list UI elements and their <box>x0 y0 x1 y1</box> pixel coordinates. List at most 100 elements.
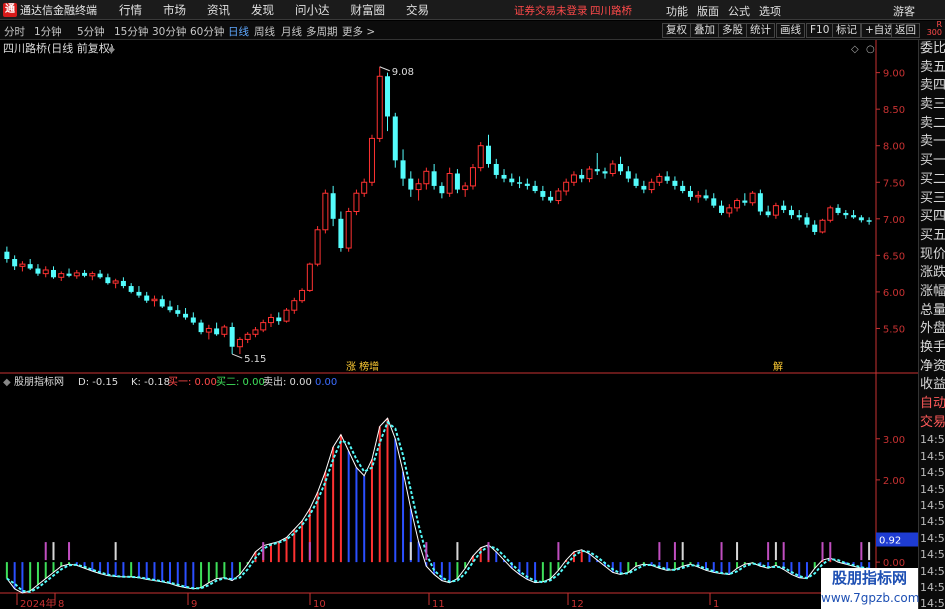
candle-body-down <box>625 171 631 179</box>
time-label: 10 <box>313 599 326 609</box>
candle-body-up <box>361 181 368 194</box>
side-time: 14:56 <box>920 580 945 594</box>
candle-body-down <box>540 191 546 197</box>
high-marker-line <box>379 66 390 72</box>
back-button[interactable]: 返回 <box>891 23 920 38</box>
signal-text-2: 解 <box>773 360 783 373</box>
candle-body-down <box>524 183 530 186</box>
indicator-buy2: 买二: 0.00 <box>216 376 265 388</box>
buy-mark <box>821 542 824 561</box>
candle-body-down <box>548 196 554 201</box>
menu-jiaoyi[interactable]: 交易 <box>406 2 429 18</box>
circle-icon: ○ <box>866 44 875 55</box>
candle-body-up <box>819 219 826 233</box>
period-5min[interactable]: 5分钟 <box>77 24 105 39</box>
period-fenshi[interactable]: 分时 <box>4 24 25 39</box>
grid-layer: 9.00 8.50 8.00 7.50 7.00 6.50 6.00 5.50 3.00 2.00… <box>0 40 918 609</box>
side-label: 买一 <box>920 153 945 169</box>
time-label: 1 <box>713 599 719 609</box>
candle-body-down <box>190 317 196 323</box>
candle-body-up <box>236 338 243 348</box>
side-label: 卖二 <box>920 115 945 131</box>
period-15min[interactable]: 15分钟 <box>114 24 148 39</box>
diamond-icon: ◇ <box>851 44 859 55</box>
buy-mark <box>68 542 71 561</box>
menu-gongneng[interactable]: 功能 <box>666 3 688 19</box>
side-label: 涨跌 <box>920 265 945 281</box>
candle-body-up <box>89 273 96 277</box>
candle-body-up <box>283 309 290 322</box>
menu-gongshi[interactable]: 公式 <box>728 3 750 19</box>
huaxian-button[interactable]: 画线 <box>776 23 805 38</box>
side-label: 总量 <box>920 302 945 318</box>
candle-body-down <box>167 306 173 311</box>
indicator-tick-label: 3.00 <box>883 435 905 446</box>
time-label: 9 <box>191 599 197 609</box>
menu-xuanxiang[interactable]: 选项 <box>759 3 781 19</box>
side-label: 卖一 <box>920 134 945 150</box>
period-daily[interactable]: 日线 <box>228 24 249 39</box>
candle-body-down <box>35 268 41 274</box>
quote-side-panel: 委比 卖五 卖四 卖三 卖二 卖一 买一 买二 买三 买四 买五 现价 涨跌 涨幅 总量 外盘 换手 净资 收益 自动… <box>918 40 945 609</box>
menu-shichang[interactable]: 市场 <box>163 2 186 18</box>
period-1min[interactable]: 1分钟 <box>34 24 62 39</box>
buy-mark <box>767 542 770 561</box>
menu-wenxiaoda[interactable]: 问小达 <box>295 2 330 18</box>
candle-body-down <box>276 317 282 322</box>
period-monthly[interactable]: 月线 <box>281 24 302 39</box>
diejia-button[interactable]: 叠加 <box>690 23 719 38</box>
menu-hangqing[interactable]: 行情 <box>119 2 142 18</box>
candle-body-up <box>19 263 26 267</box>
period-multi[interactable]: 多周期 <box>306 24 338 39</box>
low-marker-label: 5.15 <box>244 354 266 365</box>
menu-bar: 通 通达信金融终端 行情 市场 资讯 发现 问小达 财富圈 交易 证券交易未登录… <box>0 0 945 20</box>
duogu-button[interactable]: 多股 <box>718 23 747 38</box>
menu-caifuquan[interactable]: 财富圈 <box>351 2 386 18</box>
sell-mark <box>409 542 412 561</box>
candle-body-down <box>175 310 181 314</box>
candle-body-up <box>306 263 313 291</box>
menu-zixun[interactable]: 资讯 <box>207 2 230 18</box>
period-weekly[interactable]: 周线 <box>254 24 275 39</box>
period-more[interactable]: 更多 > <box>342 24 375 39</box>
side-time: 14:56 <box>920 449 945 463</box>
tongji-button[interactable]: 统计 <box>746 23 775 38</box>
menu-banmian[interactable]: 版面 <box>697 3 719 19</box>
guest-button[interactable]: 游客 <box>893 3 915 19</box>
chart-area[interactable]: 9.00 8.50 8.00 7.50 7.00 6.50 6.00 5.50 3.00 2.00… <box>0 40 918 609</box>
candle-body-down <box>12 259 18 267</box>
buy-mark <box>673 542 676 561</box>
watermark-url: www.7gpzb.com <box>821 591 920 605</box>
candle-body-down <box>757 193 763 212</box>
f10-button[interactable]: F10 <box>806 23 834 38</box>
menu-faxian[interactable]: 发现 <box>251 2 274 18</box>
candle-body-down <box>128 286 134 292</box>
candle-body-down <box>50 269 56 278</box>
side-label: 买二 <box>920 171 945 187</box>
indicator-layer <box>5 417 871 594</box>
indicator-d: D: -0.15 <box>78 377 118 388</box>
buy-mark <box>262 542 265 561</box>
candle-body-down <box>742 200 748 203</box>
candle-body-up <box>42 269 49 275</box>
login-status[interactable]: 证券交易未登录 <box>514 3 588 18</box>
period-30min[interactable]: 30分钟 <box>152 24 186 39</box>
price-tick-label: 6.00 <box>883 288 905 299</box>
candle-body-down <box>392 116 398 161</box>
candle-body-down <box>493 163 499 175</box>
biaoji-button[interactable]: 标记 <box>832 23 861 38</box>
side-label: 收益 <box>920 377 945 393</box>
candle-body-down <box>594 169 600 172</box>
side-label: 外盘 <box>920 321 945 337</box>
candle-body-up <box>58 273 65 278</box>
buy-mark <box>860 542 863 561</box>
fuquan-button[interactable]: 复权 <box>662 23 691 38</box>
candle-body-up <box>260 322 267 331</box>
side-label: 买四 <box>920 209 945 225</box>
period-60min[interactable]: 60分钟 <box>190 24 224 39</box>
signal-text: 涨 榜增 <box>346 360 379 373</box>
candle-body-down <box>804 217 810 225</box>
candle-body-up <box>469 167 476 187</box>
price-tick-label: 7.50 <box>883 178 905 189</box>
time-label: 8 <box>58 599 64 609</box>
